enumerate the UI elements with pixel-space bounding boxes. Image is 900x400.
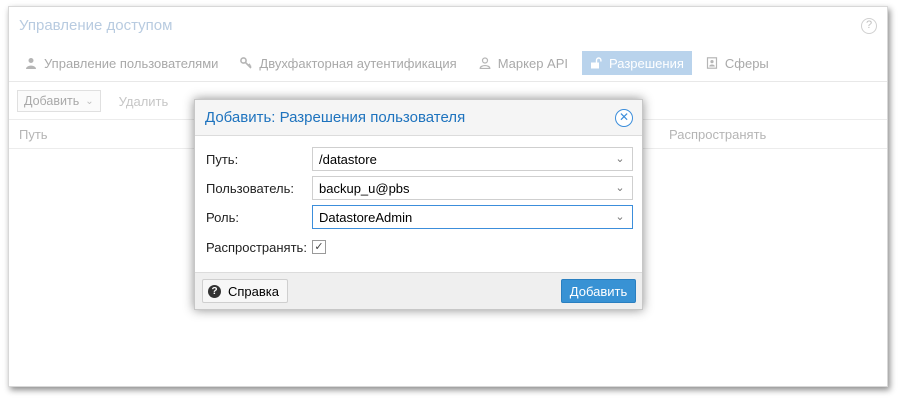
tab-divider bbox=[9, 81, 887, 82]
user-label: Пользователь: bbox=[206, 181, 294, 196]
add-button[interactable]: Добавить ⌄ bbox=[17, 90, 101, 112]
add-button-label: Добавить bbox=[24, 94, 80, 108]
unlock-icon bbox=[591, 57, 602, 69]
tab-realms[interactable]: Сферы bbox=[698, 51, 777, 75]
propagate-checkbox[interactable]: ✓ bbox=[312, 240, 326, 254]
help-button-label: Справка bbox=[228, 283, 279, 299]
submit-add-label: Добавить bbox=[569, 283, 628, 299]
remove-button[interactable]: Удалить bbox=[119, 94, 169, 109]
path-label: Путь: bbox=[206, 152, 239, 167]
dialog-header: Добавить: Разрешения пользователя ✕ bbox=[195, 100, 642, 136]
add-permission-dialog: Добавить: Разрешения пользователя ✕ Путь… bbox=[194, 99, 643, 310]
tab-label: Разрешения bbox=[609, 55, 684, 71]
help-button[interactable]: ? Справка bbox=[202, 279, 288, 303]
tab-label: Управление пользователями bbox=[44, 55, 219, 71]
key-icon bbox=[240, 57, 252, 69]
chevron-down-icon[interactable]: ⌄ bbox=[614, 210, 626, 224]
submit-add-button[interactable]: Добавить bbox=[561, 279, 636, 303]
chevron-down-icon[interactable]: ⌄ bbox=[614, 181, 626, 195]
user-select[interactable]: backup_u@pbs ⌄ bbox=[312, 176, 633, 200]
path-value: /datastore bbox=[319, 151, 377, 167]
column-header-propagate[interactable]: Распространять bbox=[669, 127, 766, 142]
window-title: Управление доступом bbox=[19, 17, 173, 34]
chevron-down-icon[interactable]: ⌄ bbox=[614, 152, 626, 166]
close-icon[interactable]: ✕ bbox=[615, 109, 633, 127]
tab-label: Сферы bbox=[724, 55, 769, 71]
tab-user-management[interactable]: Управление пользователями bbox=[17, 51, 226, 75]
address-book-icon bbox=[706, 57, 717, 69]
dialog-footer: ? Справка Добавить bbox=[195, 272, 642, 309]
role-label: Роль: bbox=[206, 210, 240, 225]
role-value: DatastoreAdmin bbox=[319, 209, 413, 225]
role-select[interactable]: DatastoreAdmin ⌄ bbox=[312, 205, 633, 229]
tab-api-token[interactable]: Маркер API bbox=[471, 51, 576, 75]
tab-bar: Управление пользователями Двухфакторная … bbox=[17, 49, 783, 77]
tab-label: Маркер API bbox=[497, 55, 568, 71]
column-header-path[interactable]: Путь bbox=[19, 127, 48, 142]
dialog-title: Добавить: Разрешения пользователя bbox=[205, 109, 466, 126]
question-circle-icon: ? bbox=[208, 284, 221, 298]
user-value: backup_u@pbs bbox=[319, 180, 410, 196]
tab-label: Двухфакторная аутентификация bbox=[259, 55, 457, 71]
chevron-down-icon: ⌄ bbox=[85, 95, 94, 107]
question-circle-icon[interactable]: ? bbox=[861, 18, 877, 34]
user-icon bbox=[26, 58, 36, 69]
path-select[interactable]: /datastore ⌄ bbox=[312, 147, 633, 171]
toolbar: Добавить ⌄ Удалить bbox=[17, 89, 168, 113]
tab-permissions[interactable]: Разрешения bbox=[582, 51, 692, 75]
tab-two-factor[interactable]: Двухфакторная аутентификация bbox=[232, 51, 464, 75]
user-outline-icon bbox=[479, 57, 491, 69]
propagate-label: Распространять: bbox=[206, 240, 307, 255]
